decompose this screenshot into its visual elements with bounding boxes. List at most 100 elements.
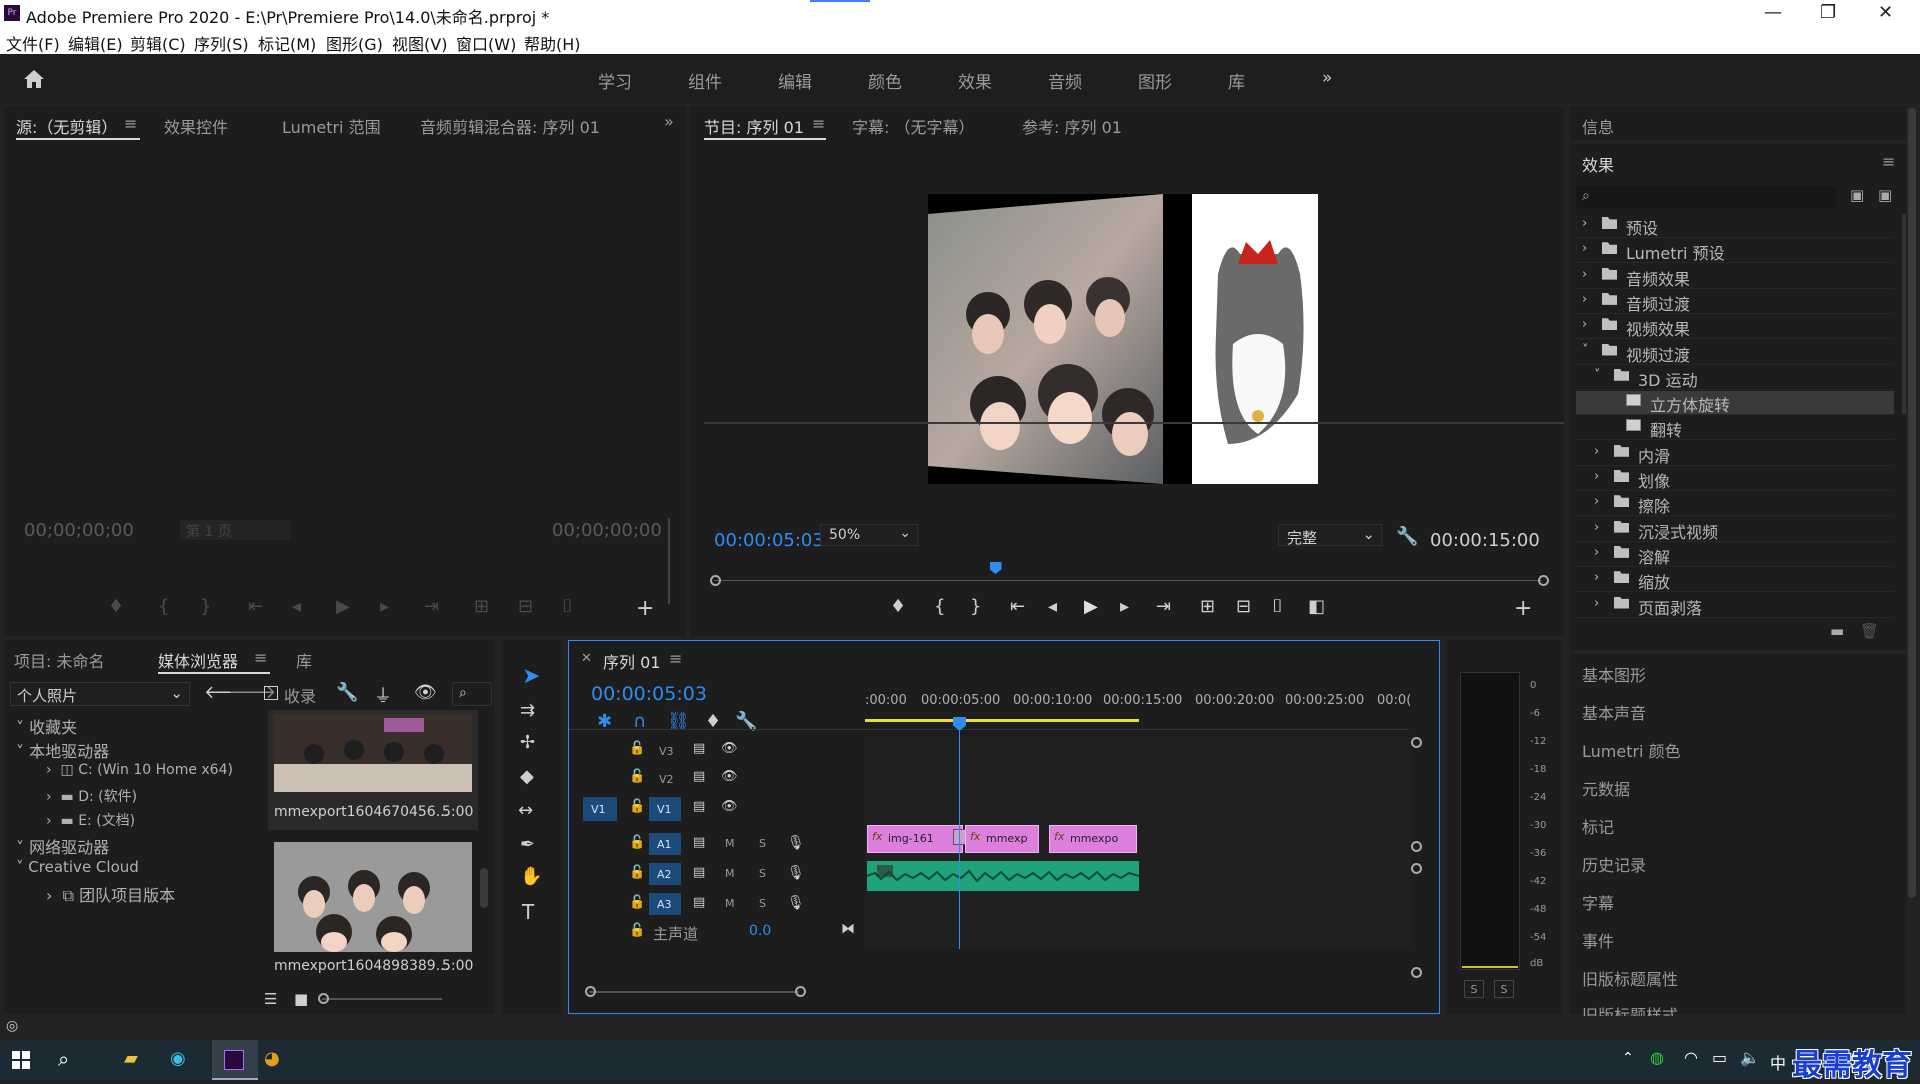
tab-audio-clip-mixer[interactable]: 音频剪辑混合器: 序列 01 — [420, 114, 600, 138]
panel-essential-sound[interactable]: 基本声音 — [1582, 700, 1646, 724]
selection-tool-icon[interactable]: ➤ — [522, 664, 540, 689]
more-workspaces-icon[interactable]: » — [1322, 68, 1332, 88]
menu-graphics[interactable]: 图形(G) — [326, 31, 383, 55]
eye-icon[interactable]: 👁 — [721, 741, 738, 756]
menu-edit[interactable]: 编辑(E) — [68, 31, 123, 55]
pen-tool-icon[interactable]: ✒ — [520, 834, 535, 855]
list-view-icon[interactable]: ☰ — [264, 990, 277, 1008]
timeline-playhead[interactable] — [959, 723, 960, 949]
sync-lock-icon[interactable]: ▤ — [693, 799, 705, 814]
zoom-select[interactable]: 50% ⌄ — [820, 524, 918, 546]
menu-marker[interactable]: 标记(M) — [258, 31, 316, 55]
effects-tree-item[interactable]: › 擦除 — [1576, 492, 1894, 517]
sync-lock-icon[interactable]: ▤ — [693, 741, 705, 756]
mute-button[interactable]: M — [725, 867, 735, 880]
tray-chevron-icon[interactable]: ⌃ — [1622, 1050, 1634, 1066]
marker-icon[interactable]: ♦ — [108, 596, 124, 617]
timeline-timecode[interactable]: 00:00:05:03 — [591, 683, 707, 705]
workspace-learn[interactable]: 学习 — [598, 68, 632, 93]
lock-icon[interactable]: 🔓 — [629, 835, 645, 850]
solo-button[interactable]: S — [759, 897, 766, 910]
panel-metadata[interactable]: 元数据 — [1582, 776, 1630, 800]
program-timecode[interactable]: 00:00:05:03 — [714, 530, 824, 551]
wrench-icon[interactable]: 🔧 — [1396, 526, 1418, 547]
volume-icon[interactable]: 🔈 — [1740, 1048, 1760, 1067]
horizontal-zoom-scrollbar[interactable] — [585, 986, 806, 997]
tab-captions[interactable]: 字幕: （无字幕） — [852, 114, 974, 138]
effects-tree-item[interactable]: › 音频过渡 — [1576, 290, 1894, 314]
mute-button[interactable]: M — [725, 837, 735, 850]
effects-tree-item[interactable]: › 音频效果 — [1576, 265, 1894, 289]
panel-legacy-title-properties[interactable]: 旧版标题属性 — [1582, 966, 1678, 990]
tree-item-creative-cloud[interactable]: ˅ Creative Cloud — [16, 858, 139, 876]
work-area-bar[interactable] — [865, 719, 1139, 722]
solo-left-button[interactable]: S — [1464, 980, 1484, 998]
mark-out-icon[interactable]: } — [200, 596, 211, 617]
vertical-scroll-handle[interactable] — [1411, 841, 1422, 852]
effects-search-input[interactable]: ⌕ — [1576, 186, 1836, 208]
wifi-icon[interactable]: ◠ — [1684, 1048, 1698, 1067]
scrollbar[interactable] — [480, 868, 488, 908]
tab-sequence[interactable]: 序列 01 — [603, 649, 660, 673]
microphone-icon[interactable]: 🎙 — [787, 895, 805, 911]
track-select-tool-icon[interactable]: ⇉ — [520, 700, 535, 721]
tab-effect-controls[interactable]: 效果控件 — [164, 114, 228, 138]
solo-button[interactable]: S — [759, 867, 766, 880]
workspace-color[interactable]: 颜色 — [868, 68, 902, 93]
add-button-icon[interactable]: + — [636, 596, 654, 621]
step-back-icon[interactable]: ◂ — [1048, 596, 1057, 617]
panel-captions[interactable]: 字幕 — [1582, 890, 1614, 914]
accelerated-effects-icon[interactable]: ▣ — [1850, 186, 1864, 204]
tree-item-drive-d[interactable]: › ▬ D: (软件) — [46, 786, 137, 806]
tree-item-drive-e[interactable]: › ▬ E: (文档) — [46, 810, 135, 830]
master-go-to-icon[interactable]: ⧓ — [841, 921, 855, 937]
microphone-icon[interactable]: 🎙 — [787, 835, 805, 851]
panel-events[interactable]: 事件 — [1582, 928, 1614, 952]
wrench-icon[interactable]: 🔧 — [336, 682, 358, 703]
microphone-icon[interactable]: 🎙 — [787, 865, 805, 881]
play-icon[interactable]: ▶ — [1084, 596, 1098, 617]
chevron-right-icon[interactable]: › — [1582, 317, 1587, 332]
panel-history[interactable]: 历史记录 — [1582, 852, 1646, 876]
menu-help[interactable]: 帮助(H) — [524, 31, 581, 55]
track-label-a2[interactable]: A2 — [649, 863, 681, 885]
sync-lock-icon[interactable]: ▤ — [693, 895, 705, 910]
effects-tree-item[interactable]: ˅ 视频过渡 — [1576, 341, 1894, 365]
chevron-right-icon[interactable]: › — [1594, 520, 1599, 535]
step-forward-icon[interactable]: ▸ — [380, 596, 389, 617]
effects-tree-item[interactable]: › 缩放 — [1576, 568, 1894, 593]
chevron-right-icon[interactable]: › — [1594, 570, 1599, 585]
effects-tree-scrollbar[interactable] — [1902, 214, 1906, 414]
tab-libraries[interactable]: 库 — [296, 648, 312, 672]
edge-browser-icon[interactable]: ◉ — [170, 1048, 186, 1069]
extract-icon[interactable]: ⊟ — [1236, 596, 1251, 617]
lock-icon[interactable]: 🔓 — [629, 799, 645, 814]
audio-clip-a1[interactable] — [867, 861, 1139, 891]
tree-item-favorites[interactable]: ˅ 收藏夹 — [16, 714, 77, 738]
sync-lock-icon[interactable]: ▤ — [693, 769, 705, 784]
chevron-right-icon[interactable]: › — [1594, 444, 1599, 459]
video-clip-3[interactable]: fx mmexpo — [1049, 825, 1137, 853]
tree-item-local-drives[interactable]: ˅ 本地驱动器 — [16, 738, 109, 762]
search-icon[interactable]: ⌕ — [58, 1047, 69, 1071]
video-clip-2[interactable]: fx mmexp — [965, 825, 1039, 853]
export-frame-icon[interactable]: ⌷ — [1272, 596, 1283, 617]
mute-button[interactable]: M — [725, 897, 735, 910]
close-button[interactable]: ✕ — [1878, 2, 1893, 23]
eye-icon[interactable]: 👁 — [721, 769, 738, 784]
tree-item-drive-c[interactable]: › ◫ C: (Win 10 Home x64) — [46, 762, 233, 778]
effects-tree-item[interactable]: › 预设 — [1576, 214, 1894, 238]
tree-item-team-projects[interactable]: › ⧉ 团队项目版本 — [46, 882, 175, 906]
type-tool-icon[interactable]: T — [522, 900, 534, 924]
chevron-down-icon[interactable]: ˅ — [1594, 368, 1601, 383]
effects-tree-item[interactable]: 翻转 — [1576, 416, 1894, 441]
effects-tree-item[interactable]: › 沉浸式视频 — [1576, 518, 1894, 542]
panel-menu-icon[interactable]: ≡ — [254, 648, 267, 667]
lock-icon[interactable]: 🔓 — [629, 895, 645, 910]
go-to-in-icon[interactable]: ⇤ — [1010, 596, 1025, 617]
chevron-right-icon[interactable]: › — [1594, 596, 1599, 611]
workspace-editing[interactable]: 编辑 — [778, 68, 812, 93]
marker-icon[interactable]: ♦ — [890, 596, 906, 617]
effects-panel-title[interactable]: 效果 — [1582, 152, 1614, 176]
view-icon[interactable]: 👁 — [414, 682, 437, 703]
